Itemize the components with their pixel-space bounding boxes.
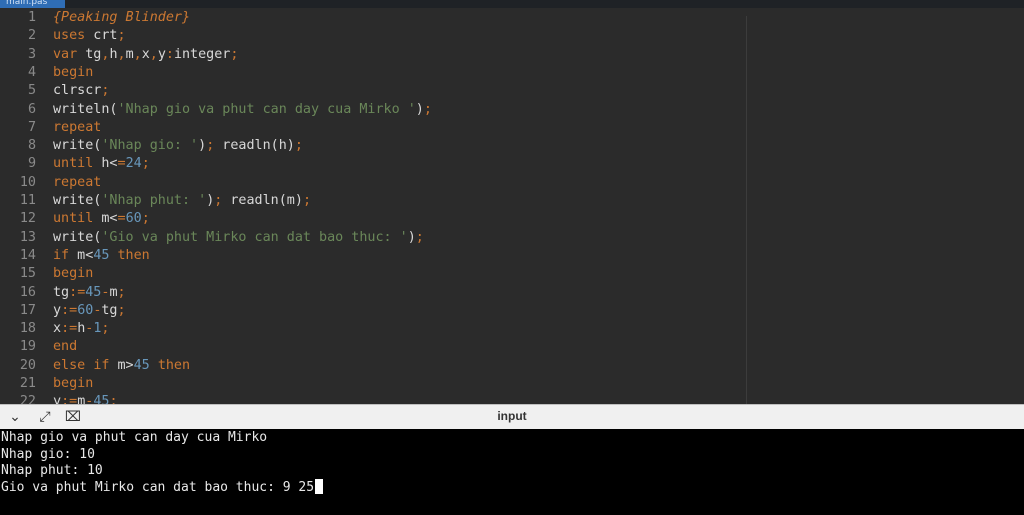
code-editor[interactable]: 1 {Peaking Blinder} 2 uses crt; 3 var tg,h,m,… xyxy=(0,8,1024,404)
code-text: y:=60-tg; xyxy=(53,302,126,318)
code-text: repeat xyxy=(53,119,102,135)
line-number: 21 xyxy=(19,376,36,391)
line-number: 14 xyxy=(19,247,36,263)
code-line[interactable]: 2 uses crt; xyxy=(0,27,1024,45)
code-line[interactable]: 5 clrscr; xyxy=(0,82,1024,100)
code-text: {Peaking Blinder} xyxy=(53,10,191,25)
code-line[interactable]: 6 writeln('Nhap gio va phut can day cua M… xyxy=(0,101,1024,119)
code-text: end xyxy=(53,339,78,355)
code-line[interactable]: 18 x:=h-1; xyxy=(0,320,1024,338)
output-panel-header: ⌄ ⤢ ⌧ input xyxy=(0,404,1024,429)
code-line[interactable]: 11 write('Nhap phut: '); readln(m); xyxy=(0,192,1024,210)
code-text: write('Gio va phut Mirko can dat bao thu… xyxy=(53,229,424,245)
code-text: write('Nhap phut: '); readln(m); xyxy=(53,193,311,208)
code-line[interactable]: 4 begin xyxy=(0,64,1024,82)
line-number: 1 xyxy=(27,10,36,25)
line-number: 17 xyxy=(19,302,36,318)
code-text: until h<=24; xyxy=(53,156,150,172)
code-line[interactable]: 7 repeat xyxy=(0,119,1024,137)
code-line[interactable]: 8 write('Nhap gio: '); readln(h); xyxy=(0,137,1024,155)
code-text: x:=h-1; xyxy=(53,321,110,337)
code-text: begin xyxy=(53,64,94,80)
code-line[interactable]: 21 begin xyxy=(0,375,1024,393)
tab-main-file[interactable]: main.pas xyxy=(0,0,65,8)
console-line-text: Gio va phut Mirko can dat bao thuc: 9 25 xyxy=(1,479,315,495)
line-number: 16 xyxy=(19,284,36,300)
code-text: begin xyxy=(53,266,94,282)
code-line[interactable]: 20 else if m>45 then xyxy=(0,357,1024,375)
code-line[interactable]: 14 if m<45 then xyxy=(0,247,1024,265)
code-text: writeln('Nhap gio va phut can day cua Mi… xyxy=(53,101,432,117)
code-text: else if m>45 then xyxy=(53,357,191,373)
line-number: 7 xyxy=(27,119,36,135)
code-line[interactable]: 13 write('Gio va phut Mirko can dat bao t… xyxy=(0,229,1024,247)
code-text: if m<45 then xyxy=(53,247,150,263)
console-line-current: Gio va phut Mirko can dat bao thuc: 9 25 xyxy=(1,478,324,496)
line-number: 12 xyxy=(19,211,36,227)
line-number: 3 xyxy=(27,46,36,62)
code-line[interactable]: 17 y:=60-tg; xyxy=(0,302,1024,320)
code-line[interactable]: 22 y:=m-45; xyxy=(0,393,1024,404)
code-text: clrscr; xyxy=(53,83,110,99)
code-line[interactable]: 1 {Peaking Blinder} xyxy=(0,9,1024,27)
code-line[interactable]: 9 until h<=24; xyxy=(0,155,1024,173)
line-number: 10 xyxy=(19,174,36,190)
code-text: uses crt; xyxy=(53,28,126,44)
code-text: repeat xyxy=(53,174,102,190)
code-text: y:=m-45; xyxy=(53,394,118,404)
line-number: 4 xyxy=(27,64,36,80)
code-text: tg:=45-m; xyxy=(53,284,126,300)
console-output[interactable]: Nhap gio va phut can day cua Mirko Nhap … xyxy=(0,429,1024,515)
code-line[interactable]: 15 begin xyxy=(0,265,1024,283)
code-line[interactable]: 12 until m<=60; xyxy=(0,210,1024,228)
line-number: 18 xyxy=(19,321,36,337)
tab-bar: main.pas xyxy=(0,0,1024,8)
code-text: var tg,h,m,x,y:integer; xyxy=(53,46,239,62)
line-number: 2 xyxy=(27,28,36,44)
code-line[interactable]: 19 end xyxy=(0,338,1024,356)
code-text: begin xyxy=(53,376,94,391)
output-panel-title: input xyxy=(497,409,527,423)
line-number: 22 xyxy=(19,394,36,404)
line-number: 11 xyxy=(19,193,36,208)
line-number: 13 xyxy=(19,229,36,245)
code-text: write('Nhap gio: '); readln(h); xyxy=(53,138,303,154)
line-number: 19 xyxy=(19,339,36,355)
console-line: Nhap gio: 10 xyxy=(1,446,95,462)
console-line: Nhap gio va phut can day cua Mirko xyxy=(1,430,268,445)
code-text: until m<=60; xyxy=(53,211,150,227)
line-number: 9 xyxy=(27,156,36,172)
line-number: 5 xyxy=(27,83,36,99)
code-line[interactable]: 3 var tg,h,m,x,y:integer; xyxy=(0,46,1024,64)
code-line[interactable]: 16 tg:=45-m; xyxy=(0,284,1024,302)
console-line: Nhap phut: 10 xyxy=(1,463,103,478)
line-number: 8 xyxy=(27,138,36,154)
line-number: 15 xyxy=(19,266,36,282)
code-line[interactable]: 10 repeat xyxy=(0,174,1024,192)
text-cursor xyxy=(315,478,324,494)
line-number: 20 xyxy=(19,357,36,373)
line-number: 6 xyxy=(27,101,36,117)
